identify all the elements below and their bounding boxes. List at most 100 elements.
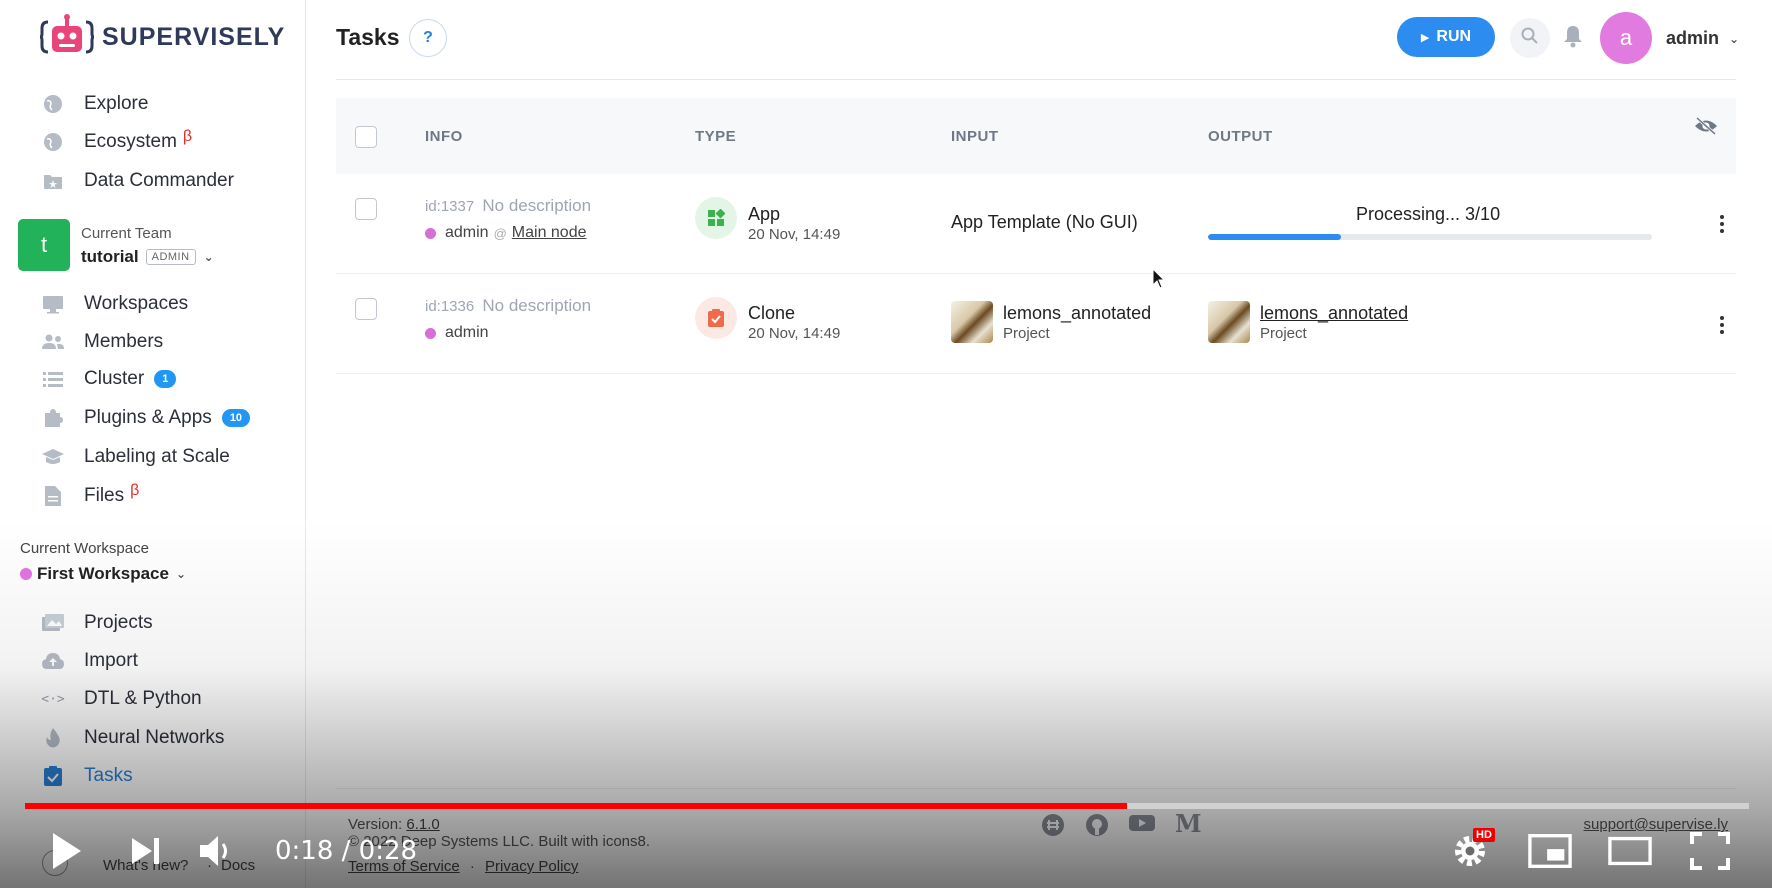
role-badge: ADMIN: [145, 249, 196, 265]
mouse-cursor-icon: [1152, 267, 1166, 295]
nav-labeling-at-scale[interactable]: Labeling at Scale: [0, 439, 300, 475]
fullscreen-icon[interactable]: [1688, 829, 1732, 873]
eye-off-icon[interactable]: [1694, 116, 1718, 140]
people-icon: [42, 331, 64, 353]
cloud-upload-icon: [42, 650, 64, 672]
bell-icon[interactable]: [1562, 24, 1586, 48]
table-row[interactable]: id:1336 No description admin Clone 20 No…: [336, 274, 1736, 374]
nav-neural-networks[interactable]: Neural Networks: [0, 720, 300, 756]
team-caption: Current Team: [81, 225, 172, 242]
search-icon: [1521, 27, 1539, 50]
nav-label: Neural Networks: [84, 727, 225, 748]
video-progress-bar[interactable]: [25, 803, 1749, 809]
monitor-icon: [42, 293, 64, 315]
beta-badge: β: [182, 128, 193, 145]
nav-workspaces[interactable]: Workspaces: [0, 286, 300, 322]
nav-label: Import: [84, 650, 138, 671]
page-title: Tasks: [336, 24, 400, 50]
task-user: admin: [445, 224, 489, 241]
column-header-type[interactable]: TYPE: [695, 128, 736, 145]
column-header-output[interactable]: OUTPUT: [1208, 128, 1273, 145]
table-row[interactable]: id:1337 No description admin @ Main node…: [336, 174, 1736, 274]
input-project-type: Project: [1003, 325, 1050, 342]
clone-type-icon: [695, 297, 737, 339]
task-input: App Template (No GUI): [951, 212, 1138, 232]
page-header: Tasks ? ▶ RUN a admin ⌄: [336, 0, 1739, 80]
code-icon: <·>: [41, 691, 65, 707]
user-avatar[interactable]: a: [1600, 12, 1652, 64]
workspace-selector[interactable]: First Workspace ⌄: [20, 564, 186, 584]
list-icon: [42, 368, 64, 390]
next-button-icon[interactable]: [124, 829, 168, 873]
nav-label: Members: [84, 331, 164, 352]
nav-tasks[interactable]: Tasks: [0, 758, 300, 794]
nav-label: Tasks: [84, 765, 133, 786]
output-project-type: Project: [1260, 325, 1307, 342]
file-icon: [42, 485, 64, 507]
nav-projects[interactable]: Projects: [0, 605, 300, 641]
project-thumbnail: [951, 301, 993, 343]
chevron-down-icon: ⌄: [1729, 31, 1740, 46]
miniplayer-icon[interactable]: [1528, 829, 1572, 873]
column-header-info[interactable]: INFO: [425, 128, 463, 145]
logo[interactable]: SUPERVISELY: [39, 14, 286, 60]
row-checkbox[interactable]: [355, 198, 377, 220]
team-avatar[interactable]: t: [18, 219, 70, 271]
brand-name: SUPERVISELY: [102, 22, 286, 51]
video-progress-played: [25, 803, 1127, 809]
flame-icon: [42, 727, 64, 749]
sidebar: SUPERVISELY Explore Ecosystem β Data Comm…: [0, 0, 306, 888]
nav-files[interactable]: Files β: [0, 478, 300, 514]
run-button[interactable]: ▶ RUN: [1397, 17, 1495, 57]
nav-label: Workspaces: [84, 293, 189, 314]
progress-fill: [1208, 234, 1342, 240]
run-label: RUN: [1436, 28, 1472, 45]
task-id: id:1336: [425, 298, 475, 315]
nav-plugins-apps[interactable]: Plugins & Apps 10: [0, 400, 300, 436]
progress-bar: [1208, 234, 1652, 240]
images-icon: [42, 612, 64, 634]
input-project-name: lemons_annotated: [1003, 303, 1152, 323]
workspace-name: First Workspace: [37, 564, 169, 583]
more-options-icon[interactable]: [1720, 215, 1726, 236]
nav-data-commander[interactable]: Data Commander: [0, 163, 300, 199]
nav-label: Labeling at Scale: [84, 446, 230, 467]
nav-dtl-python[interactable]: <·> DTL & Python: [0, 681, 300, 717]
column-header-input[interactable]: INPUT: [951, 128, 999, 145]
nav-members[interactable]: Members: [0, 324, 300, 360]
nav-cluster[interactable]: Cluster 1: [0, 361, 300, 397]
workspace-color-dot: [20, 568, 32, 580]
task-user: admin: [445, 324, 489, 341]
task-description: No description: [482, 296, 592, 315]
nav-label: Files: [84, 485, 125, 506]
row-checkbox[interactable]: [355, 298, 377, 320]
play-button-icon[interactable]: [44, 829, 88, 873]
robot-logo-icon: [39, 14, 95, 60]
select-all-checkbox[interactable]: [355, 126, 377, 148]
globe-icon: [42, 93, 64, 115]
user-name: admin: [1666, 28, 1720, 48]
clipboard-check-icon: [42, 765, 64, 787]
theater-mode-icon[interactable]: [1608, 829, 1652, 873]
nav-label: Explore: [84, 93, 149, 114]
nav-label: DTL & Python: [84, 688, 202, 709]
search-button[interactable]: [1510, 18, 1550, 58]
chevron-down-icon: ⌄: [175, 567, 187, 581]
nav-label: Data Commander: [84, 170, 234, 191]
task-date: 20 Nov, 14:49: [748, 226, 841, 243]
hd-badge: HD: [1473, 828, 1495, 842]
output-project-link[interactable]: lemons_annotated: [1260, 303, 1408, 324]
user-menu[interactable]: admin ⌄: [1666, 28, 1739, 49]
more-options-icon[interactable]: [1720, 316, 1726, 337]
beta-badge: β: [130, 482, 140, 499]
task-type: App: [748, 204, 781, 224]
nav-ecosystem[interactable]: Ecosystem β: [0, 124, 300, 160]
workspace-caption: Current Workspace: [20, 540, 149, 557]
nav-import[interactable]: Import: [0, 643, 300, 679]
node-link[interactable]: Main node: [512, 224, 587, 242]
volume-icon[interactable]: [196, 829, 240, 873]
help-button[interactable]: ?: [409, 19, 447, 57]
team-selector[interactable]: tutorial ADMIN ⌄: [81, 247, 214, 267]
nav-explore[interactable]: Explore: [0, 86, 300, 122]
task-description: No description: [482, 196, 592, 215]
